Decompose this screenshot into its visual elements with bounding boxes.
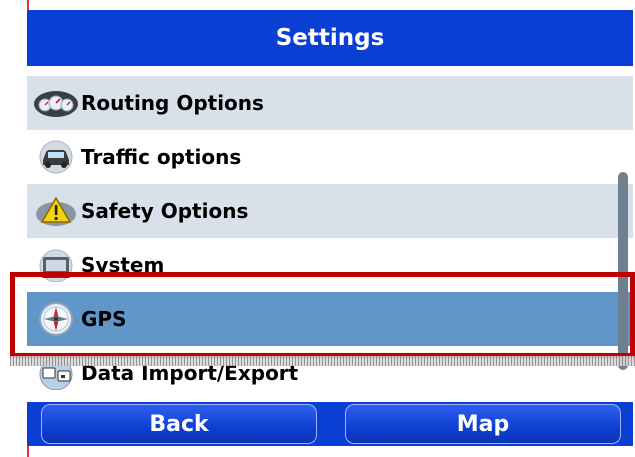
back-button[interactable]: Back <box>41 404 317 444</box>
list-item-routing-options[interactable]: Routing Options <box>27 76 633 130</box>
footer-bar: Back Map <box>27 402 633 446</box>
dotted-guide-band <box>10 356 635 366</box>
list-item-label: Routing Options <box>81 91 264 115</box>
scrollbar[interactable] <box>618 172 628 370</box>
map-button[interactable]: Map <box>345 404 621 444</box>
page-title: Settings <box>27 10 633 66</box>
list-item-label: Traffic options <box>81 145 242 169</box>
car-icon <box>33 139 79 175</box>
list-item-label: Safety Options <box>81 199 249 223</box>
list-item-label: GPS <box>81 307 127 331</box>
list-item-safety-options[interactable]: Safety Options <box>27 184 633 238</box>
list-item-gps[interactable]: GPS <box>27 292 633 346</box>
computer-icon <box>33 247 79 283</box>
settings-screen: Settings Routing Options Traffic options… <box>27 10 633 446</box>
warning-icon <box>33 193 79 229</box>
list-item-data-import-export[interactable]: Data Import/Export <box>27 346 633 400</box>
speedometer-icon <box>33 85 79 121</box>
list-item-traffic-options[interactable]: Traffic options <box>27 130 633 184</box>
list-item-system[interactable]: System <box>27 238 633 292</box>
compass-icon <box>33 301 79 337</box>
settings-list: Routing Options Traffic options Safety O… <box>27 76 633 400</box>
list-item-label: System <box>81 253 165 277</box>
